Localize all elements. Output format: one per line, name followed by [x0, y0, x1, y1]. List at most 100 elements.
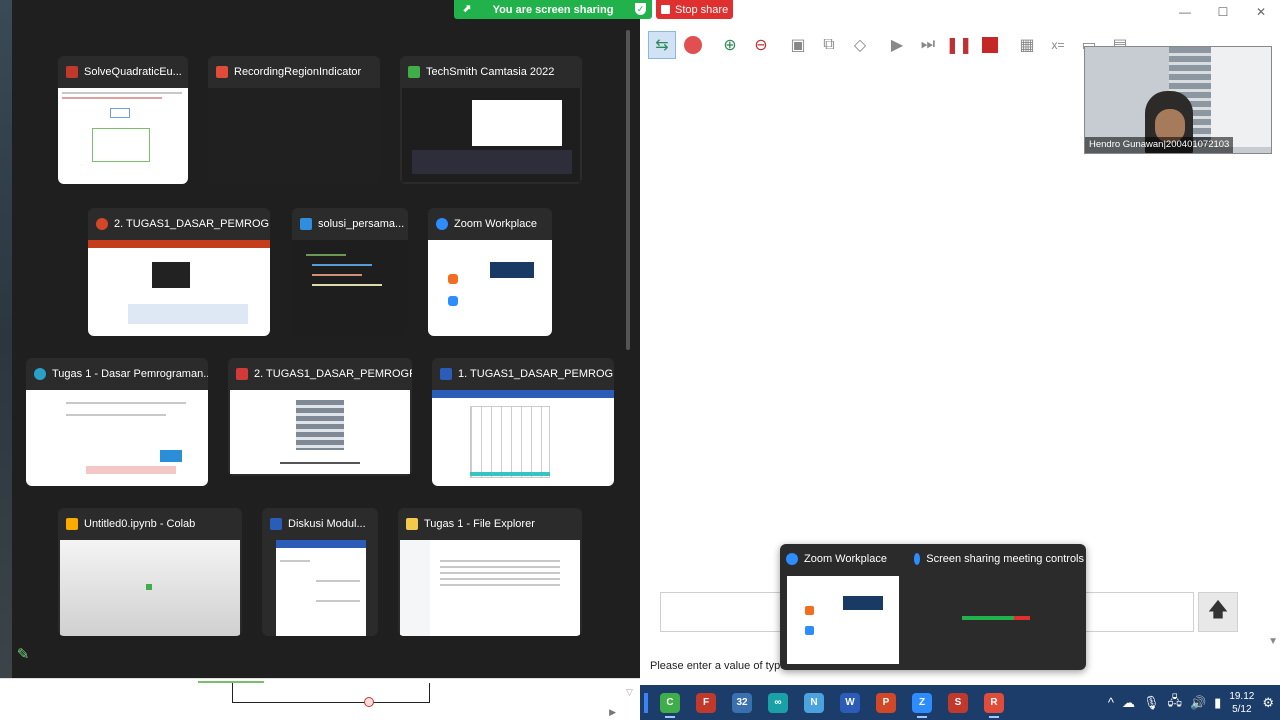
window-thumbnail [276, 540, 366, 636]
screen-share-banner[interactable]: ⬈ You are screen sharing ✓ [454, 0, 652, 19]
window-title: 1. TUGAS1_DASAR_PEMROGR... [458, 368, 614, 380]
preview-thumbnail [787, 576, 899, 664]
powerpoint-icon [96, 218, 108, 230]
taskbar: C F 32 ∞ N W P Z S R ^ ☁ 🎙 🖧 🔊 ▮ 19.12 5/12 ⚙ [640, 685, 1280, 720]
window-tile[interactable]: Tugas 1 - File Explorer [398, 508, 582, 636]
window-tile[interactable]: 2. TUGAS1_DASAR_PEMROGR... [88, 208, 270, 336]
battery-icon[interactable]: ▮ [1214, 695, 1221, 711]
taskbar-app-button[interactable]: C [652, 688, 688, 718]
participant-name: Hendro Gunawan|200401072103 [1085, 137, 1234, 153]
system-tray: ^ ☁ 🎙 🖧 🔊 ▮ 19.12 5/12 ⚙ [1108, 685, 1280, 720]
calendar-taskbar-icon: 32 [732, 692, 752, 713]
preview-item[interactable]: Screen sharing meeting controls [908, 544, 1084, 668]
arduino-taskbar-icon: ∞ [768, 692, 788, 713]
close-icon[interactable]: ✕ [1242, 0, 1280, 24]
variable-icon[interactable]: x= [1044, 31, 1072, 59]
window-thumbnail [432, 390, 614, 486]
window-tile[interactable]: RecordingRegionIndicator [208, 56, 380, 184]
window-title: Tugas 1 - Dasar Pemrograman... [52, 368, 208, 380]
taskbar-app-button[interactable]: ∞ [760, 688, 796, 718]
window-tile[interactable]: Untitled0.ipynb - Colab [58, 508, 242, 636]
zoom-out-icon[interactable]: ⊖ [747, 31, 775, 59]
window-thumbnail [88, 240, 270, 336]
minimize-icon[interactable]: — [1166, 0, 1204, 24]
scroll-down-icon[interactable]: ▽ [626, 687, 633, 698]
window-tile[interactable]: Diskusi Modul... [262, 508, 378, 636]
preview-item[interactable]: Zoom Workplace [780, 544, 906, 668]
flowchart-node[interactable] [364, 697, 374, 707]
taskbar-app-button[interactable]: S [940, 688, 976, 718]
volume-icon[interactable]: 🔊 [1190, 695, 1206, 711]
window-tile[interactable]: 1. TUGAS1_DASAR_PEMROGR... [432, 358, 614, 486]
taskbar-app-button[interactable]: R [976, 688, 1012, 718]
taskbar-app-button[interactable]: F [688, 688, 724, 718]
window-tile[interactable]: Tugas 1 - Dasar Pemrograman... [26, 358, 208, 486]
window-tile[interactable]: 2. TUGAS1_DASAR_PEMROGR... [228, 358, 412, 476]
taskbar-app-button[interactable]: N [796, 688, 832, 718]
microphone-icon[interactable]: 🎙 [1143, 695, 1160, 711]
pen-icon[interactable]: ✎ [14, 646, 32, 664]
flowchart-taskbar-icon: F [696, 692, 716, 713]
flowchart-canvas-strip: ▶ ▽ [0, 678, 640, 720]
cloud-icon[interactable]: ☁ [1122, 695, 1135, 711]
word-icon [270, 518, 282, 530]
taskbar-app-button[interactable]: 32 [724, 688, 760, 718]
window-title: 2. TUGAS1_DASAR_PEMROGR... [114, 218, 270, 230]
pause-icon[interactable]: ❚❚ [945, 31, 973, 59]
pin-icon: ⬈ [462, 3, 472, 15]
taskbar-app-button[interactable]: Z [904, 688, 940, 718]
breakpoint-icon[interactable] [679, 31, 707, 59]
layout-icon[interactable]: ▦ [1013, 31, 1041, 59]
input-prompt: Please enter a value of type R [650, 660, 798, 672]
run-icon[interactable]: ▶ [883, 31, 911, 59]
preview-title: Screen sharing meeting controls [926, 553, 1084, 565]
submit-arrow-button[interactable]: 🡅 [1198, 592, 1238, 632]
preview-title: Zoom Workplace [804, 553, 887, 565]
colab-icon [66, 518, 78, 530]
maximize-icon[interactable]: ☐ [1204, 0, 1242, 24]
word-icon [440, 368, 452, 380]
camtasia-recorder-icon [216, 66, 228, 78]
window-title: RecordingRegionIndicator [234, 66, 362, 78]
window-title: Tugas 1 - File Explorer [424, 518, 535, 530]
window-thumbnail [402, 88, 580, 182]
task-switcher: SolveQuadraticEu... RecordingRegionIndic… [0, 0, 640, 678]
network-icon[interactable]: 🖧 [1167, 692, 1182, 714]
taskbar-app-button[interactable]: P [868, 688, 904, 718]
step-icon[interactable]: ⏭ [914, 31, 942, 59]
window-thumbnail [400, 540, 580, 636]
select-tool-icon[interactable]: ⇆ [648, 31, 676, 59]
window-tile[interactable]: solusi_persama... [292, 208, 408, 336]
window-title: TechSmith Camtasia 2022 [426, 66, 555, 78]
diamond-icon[interactable]: ◇ [846, 31, 874, 59]
window-tile[interactable]: TechSmith Camtasia 2022 [400, 56, 582, 184]
screen-share-status: You are screen sharing [492, 3, 614, 16]
switcher-scrollbar[interactable] [626, 30, 630, 350]
window-title: 2. TUGAS1_DASAR_PEMROGR... [254, 368, 412, 380]
flowchart-app-icon [66, 66, 78, 78]
stop-icon[interactable] [976, 31, 1004, 59]
window-tile[interactable]: SolveQuadraticEu... [58, 56, 188, 184]
copy-icon[interactable]: ⧉ [815, 31, 843, 59]
window-tile[interactable]: Zoom Workplace [428, 208, 552, 336]
scroll-right-icon[interactable]: ▶ [609, 707, 616, 718]
shield-icon: ✓ [635, 3, 646, 15]
taskbar-app-button[interactable]: W [832, 688, 868, 718]
participant-video[interactable]: Hendro Gunawan|200401072103 [1084, 46, 1272, 154]
window-title: Diskusi Modul... [288, 518, 366, 530]
clock[interactable]: 19.12 5/12 [1229, 690, 1254, 716]
window-title: solusi_persama... [318, 218, 405, 230]
vscode-icon [300, 218, 312, 230]
scroll-down-icon[interactable]: ▼ [1268, 636, 1278, 647]
settings-icon[interactable]: ⚙ [1262, 695, 1274, 711]
clock-time: 19.12 [1229, 690, 1255, 702]
save-icon[interactable]: ▣ [784, 31, 812, 59]
arrow-up-icon: 🡅 [1207, 599, 1229, 621]
window-thumbnail [208, 88, 380, 184]
window-thumbnail [292, 240, 408, 336]
stop-share-button[interactable]: Stop share [656, 0, 733, 19]
window-title: Zoom Workplace [454, 218, 537, 230]
chevron-up-icon[interactable]: ^ [1108, 695, 1114, 710]
camtasia-taskbar-icon: C [660, 692, 680, 713]
zoom-in-icon[interactable]: ⊕ [716, 31, 744, 59]
